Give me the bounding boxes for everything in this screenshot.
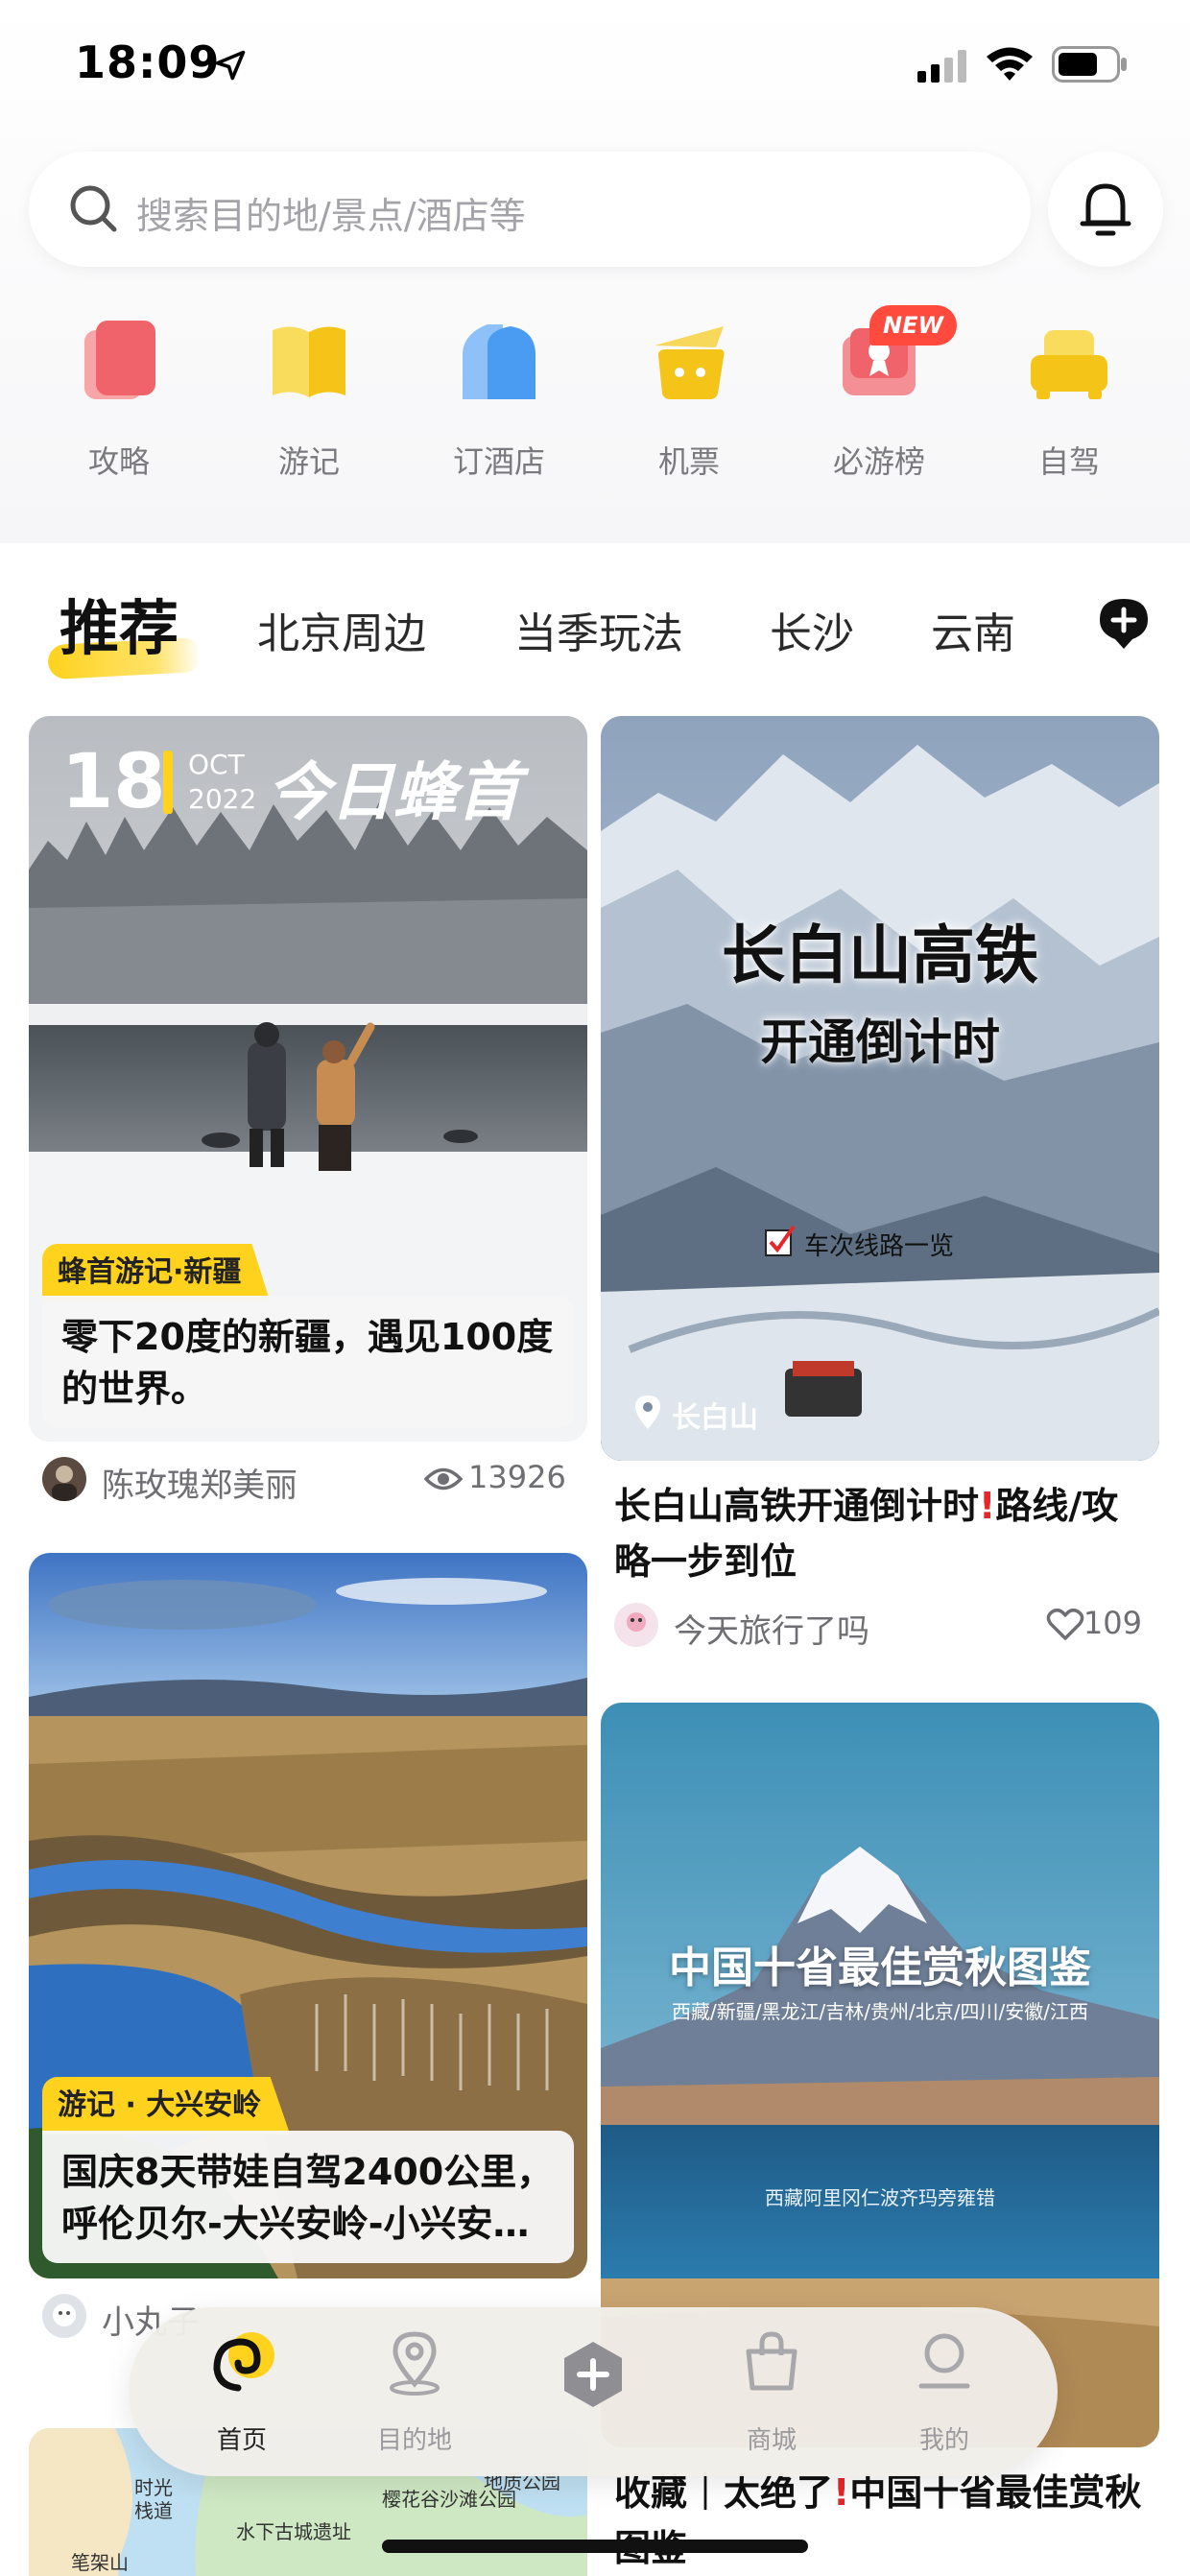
home-icon <box>213 2332 274 2392</box>
destination-icon <box>390 2331 440 2396</box>
nav-shop[interactable]: 商城 <box>695 2307 848 2476</box>
checkbox-icon <box>765 1225 796 1256</box>
location-pin-icon <box>635 1395 660 1429</box>
wifi-icon <box>987 47 1033 81</box>
nav-label: 我的 <box>918 2426 969 2455</box>
date-year: 2022 <box>188 783 257 815</box>
nav-publish[interactable] <box>516 2307 670 2476</box>
home-indicator[interactable] <box>382 2540 808 2553</box>
card-meta: 陈玫瑰郑美丽 13926 <box>42 1451 566 1509</box>
nav-label: 商城 <box>746 2426 797 2455</box>
like-count: 109 <box>1083 1605 1142 1641</box>
feed-card-changbaishan[interactable]: 长白山高铁 开通倒计时 车次线路一览 长白山 <box>601 716 1159 1461</box>
quick-nav-label: 攻略 <box>87 443 150 480</box>
author-avatar[interactable] <box>42 2294 86 2338</box>
nav-profile[interactable]: 我的 <box>868 2307 1021 2476</box>
card-tag: 游记 · 大兴安岭 <box>42 2077 291 2135</box>
card-title[interactable]: 收藏｜太绝了!中国十省最佳赏秋图鉴 <box>614 2465 1152 2576</box>
location-arrow-icon <box>215 50 246 81</box>
view-count: 13926 <box>468 1459 566 1495</box>
guide-icon <box>84 321 155 399</box>
quick-nav-travelnote[interactable]: 游记 <box>223 317 395 489</box>
search-icon <box>70 185 117 232</box>
tab-yunnan[interactable]: 云南 <box>931 599 1015 660</box>
card-title-part: 收藏｜太绝了 <box>614 2471 834 2514</box>
search-input[interactable]: 搜索目的地/景点/酒店等 <box>29 152 1031 267</box>
car-icon <box>1031 330 1107 399</box>
bell-icon <box>1080 183 1131 236</box>
quick-nav-label: 自驾 <box>1037 443 1100 480</box>
flight-icon <box>654 326 725 399</box>
feed-card-xinjiang[interactable]: 18 OCT 2022 今日蜂首 蜂首游记·新疆 零下20度的新疆，遇见100度… <box>29 716 587 1442</box>
profile-icon <box>918 2333 970 2389</box>
image-subtitle: 开通倒计时 <box>760 1014 1000 1070</box>
location-label: 长白山 <box>672 1401 758 1435</box>
red-exclamation-icon: ! <box>979 1485 996 1527</box>
card-tag: 蜂首游记·新疆 <box>42 1244 271 1301</box>
card-title: 零下20度的新疆，遇见100度的世界。 <box>42 1296 574 1428</box>
image-subtitle: 西藏/新疆/黑龙江/吉林/贵州/北京/四川/安徽/江西 <box>672 2000 1088 2023</box>
tab-beijing-around[interactable]: 北京周边 <box>257 599 426 660</box>
card-title[interactable]: 长白山高铁开通倒计时!路线/攻略一步到位 <box>614 1478 1152 1589</box>
date-day: 18 <box>61 739 166 825</box>
changbaishan-snow-photo <box>601 716 1159 1461</box>
image-title: 中国十省最佳赏秋图鉴 <box>669 1944 1091 1992</box>
image-caption: 西藏阿里冈仁波齐玛旁雍错 <box>765 2186 995 2209</box>
add-channel-icon[interactable] <box>1096 595 1152 651</box>
card-title: 国庆8天带娃自驾2400公里，呼伦贝尔-大兴安岭-小兴安… <box>42 2131 574 2263</box>
nav-label: 目的地 <box>376 2426 452 2455</box>
cellular-signal-icon <box>917 50 966 83</box>
status-time: 18:09 <box>75 36 221 88</box>
shop-icon <box>746 2331 797 2391</box>
quick-nav-label: 机票 <box>657 443 720 480</box>
date-divider <box>163 751 173 814</box>
eye-icon <box>424 1467 463 1491</box>
tab-changsha[interactable]: 长沙 <box>770 599 854 660</box>
quick-nav-hotel[interactable]: 订酒店 <box>413 317 585 489</box>
nav-home[interactable]: 首页 <box>165 2307 319 2476</box>
author-name[interactable]: 陈玫瑰郑美丽 <box>102 1459 298 1506</box>
new-badge: NEW <box>869 305 957 346</box>
quick-nav-flight[interactable]: 机票 <box>603 317 775 489</box>
map-label: 笔架山 <box>71 2551 129 2574</box>
travelnote-icon <box>273 326 345 397</box>
notification-button[interactable] <box>1048 152 1163 267</box>
heart-icon[interactable] <box>1046 1609 1084 1641</box>
red-exclamation-icon: ! <box>833 2471 850 2514</box>
author-name[interactable]: 今天旅行了吗 <box>674 1605 869 1652</box>
nav-label: 首页 <box>216 2426 267 2455</box>
plus-icon <box>564 2342 622 2407</box>
card-meta: 今天旅行了吗 109 <box>614 1597 1142 1655</box>
feed-card-daxinganling[interactable]: 游记 · 大兴安岭 国庆8天带娃自驾2400公里，呼伦贝尔-大兴安岭-小兴安… <box>29 1553 587 2278</box>
image-caption: 车次线路一览 <box>804 1232 955 1261</box>
quick-nav-label: 游记 <box>277 443 340 480</box>
quick-nav-label: 必游榜 <box>832 443 925 480</box>
hotel-icon <box>463 324 536 399</box>
category-tabs: 推荐 北京周边 当季玩法 长沙 云南 <box>0 566 1190 681</box>
bottom-nav: 首页 目的地 商城 我的 <box>129 2307 1058 2476</box>
author-avatar[interactable] <box>42 1457 86 1501</box>
quick-nav-guide[interactable]: 攻略 <box>33 317 205 489</box>
tab-seasonal[interactable]: 当季玩法 <box>514 599 683 660</box>
status-bar: 18:09 <box>0 0 1190 134</box>
image-title: 长白山高铁 <box>722 918 1038 992</box>
tab-recommend[interactable]: 推荐 <box>60 580 178 666</box>
nav-destination[interactable]: 目的地 <box>338 2307 491 2476</box>
quick-nav: 攻略 游记 订酒店 机票 必游榜 自驾 <box>0 317 1190 489</box>
quick-nav-car[interactable]: 自驾 <box>983 317 1155 489</box>
battery-icon <box>1052 46 1127 83</box>
map-label: 水下古城遗址 <box>236 2520 351 2543</box>
author-avatar[interactable] <box>614 1603 658 1647</box>
search-placeholder: 搜索目的地/景点/酒店等 <box>136 195 526 237</box>
quick-nav-label: 订酒店 <box>452 443 545 480</box>
card-title-part: 长白山高铁开通倒计时 <box>614 1485 980 1527</box>
date-month: OCT <box>188 749 245 780</box>
daily-banner-title: 今日蜂首 <box>267 755 520 829</box>
map-label: 时光栈道 <box>134 2476 173 2522</box>
